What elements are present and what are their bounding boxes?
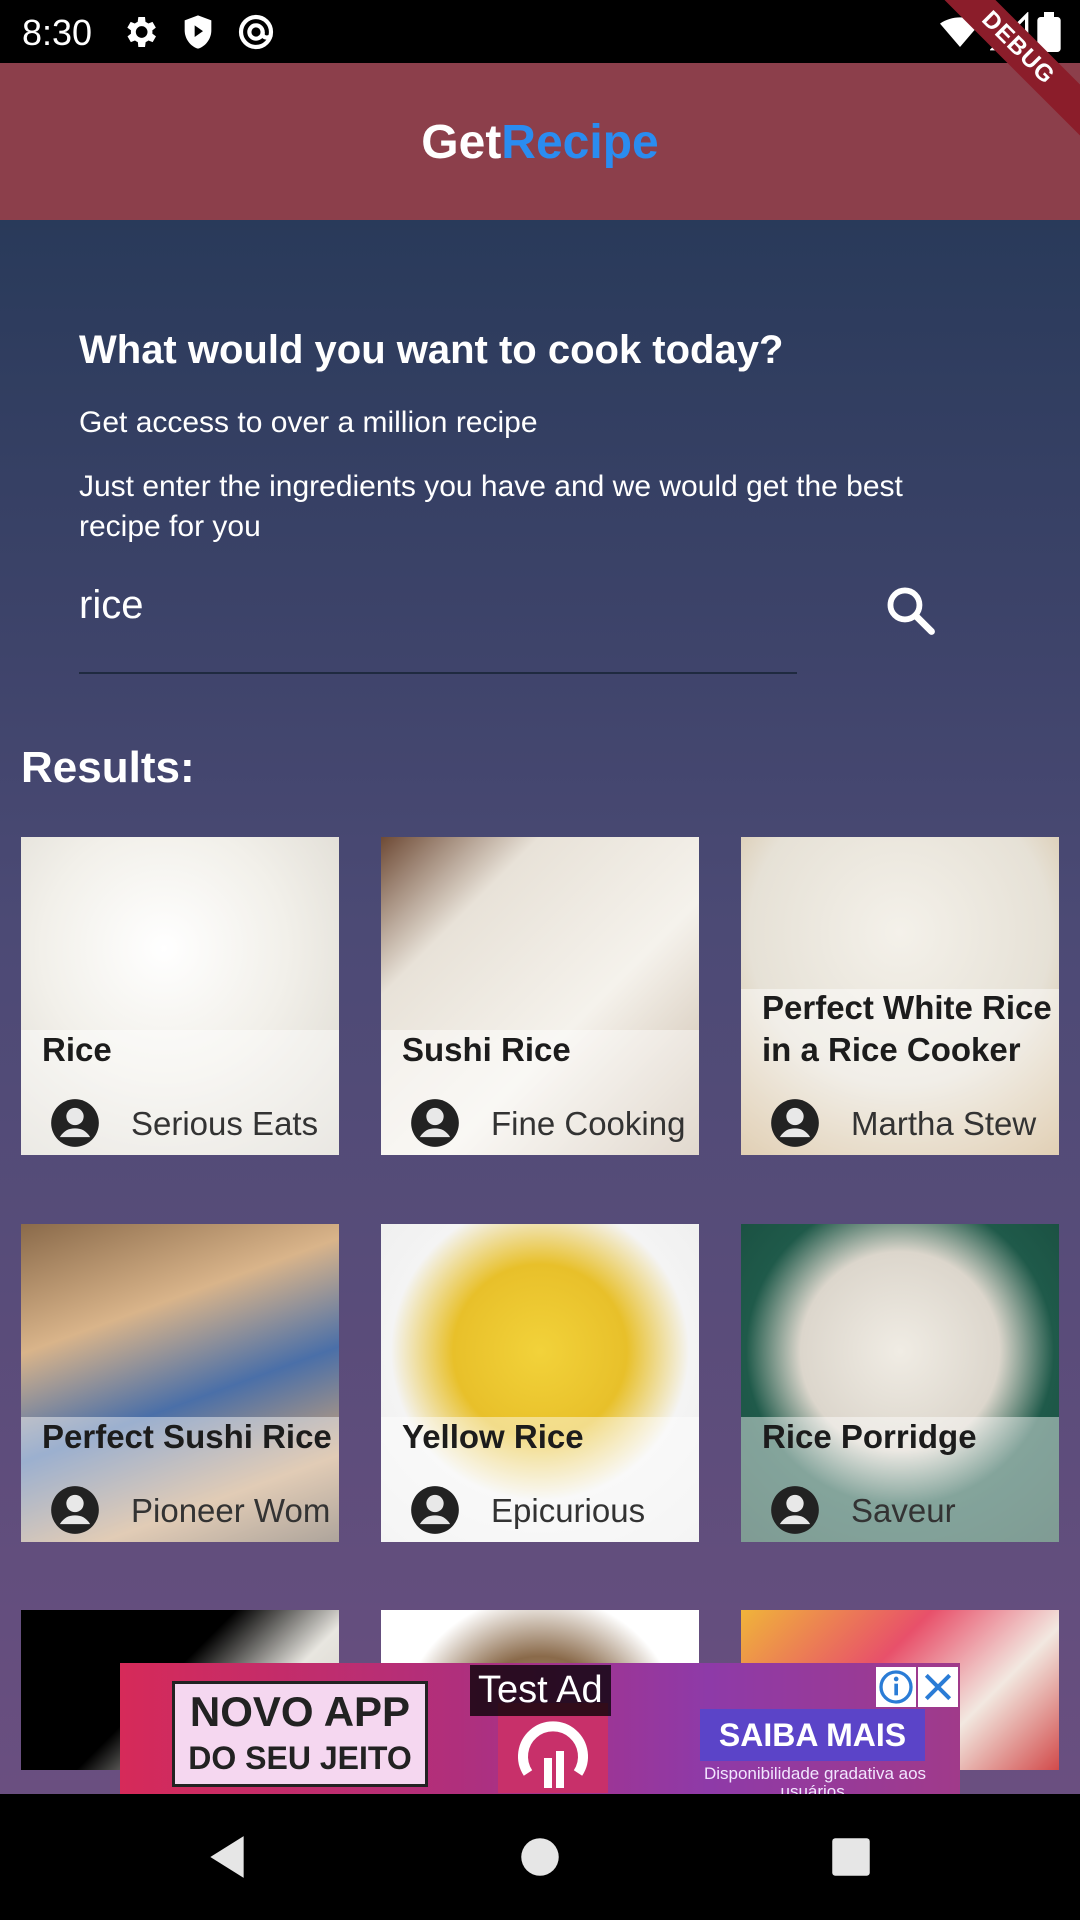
ad-cta-button[interactable]: SAIBA MAIS	[700, 1709, 925, 1761]
recipe-source: Serious Eats	[131, 1105, 319, 1142]
account-circle-icon	[51, 1099, 99, 1147]
ad-disclaimer: Disponibilidade gradativa aos usuários.	[703, 1764, 927, 1795]
recipe-title: Yellow Rice	[402, 1418, 584, 1455]
ad-app-logo-icon	[498, 1703, 608, 1793]
recipe-card[interactable]: Rice Serious Eats	[21, 837, 339, 1155]
recipe-card[interactable]: Yellow Rice Epicurious	[381, 1224, 699, 1542]
account-circle-icon	[771, 1486, 819, 1534]
recipe-title: Rice Porridge	[762, 1418, 977, 1455]
recipe-card[interactable]: Sushi Rice Fine Cooking	[381, 837, 699, 1155]
recipe-source: Pioneer Wom	[131, 1492, 331, 1529]
recipe-card[interactable]: Perfect Sushi Rice Pioneer Wom	[21, 1224, 339, 1542]
at-sign-icon	[238, 14, 274, 50]
ad-banner[interactable]: NOVO APP DO SEU JEITO Test Ad SAIBA MAIS…	[120, 1663, 960, 1794]
status-time: 8:30	[22, 12, 93, 53]
shield-icon	[184, 15, 212, 49]
main-content[interactable]: What would you want to cook today? Get a…	[0, 220, 1080, 1794]
ad-close-icon[interactable]	[918, 1667, 958, 1707]
back-icon[interactable]	[202, 1832, 252, 1882]
app-title-recipe: Recipe	[501, 116, 659, 169]
search-input[interactable]	[79, 580, 719, 630]
account-circle-icon	[51, 1486, 99, 1534]
recipe-title: Perfect White Rice in a Rice Cooker	[762, 989, 1052, 1068]
account-circle-icon	[411, 1486, 459, 1534]
results-label: Results:	[21, 743, 195, 792]
recipe-source: Epicurious	[491, 1492, 646, 1529]
subtext-instructions: Just enter the ingredients you have and …	[79, 470, 903, 543]
recipe-card[interactable]: Rice Porridge Saveur	[741, 1224, 1059, 1542]
app-bar: GetRecipe	[0, 63, 1080, 220]
navigation-bar	[0, 1794, 1080, 1920]
status-bar: 8:30 DEBUG	[0, 0, 1080, 146]
recipe-card[interactable]: Perfect White Rice in a Rice Cooker Mart…	[741, 837, 1059, 1155]
recipe-source: Martha Stew	[851, 1105, 1037, 1142]
ad-promo-box: NOVO APP DO SEU JEITO	[172, 1681, 428, 1787]
subtext-access: Get access to over a million recipe	[79, 406, 538, 439]
ad-box-line2: DO SEU JEITO	[188, 1740, 412, 1776]
app-title: GetRecipe	[0, 115, 1080, 170]
recipe-title: Rice	[42, 1031, 112, 1068]
ad-box-line1: NOVO APP	[189, 1688, 411, 1735]
recipe-source: Saveur	[851, 1492, 956, 1529]
home-icon[interactable]	[515, 1832, 565, 1882]
search-icon[interactable]	[882, 582, 940, 640]
page-headline: What would you want to cook today?	[79, 328, 784, 372]
recipe-source: Fine Cooking	[491, 1105, 686, 1142]
app-title-get: Get	[421, 116, 502, 169]
recents-icon[interactable]	[826, 1832, 876, 1882]
settings-icon	[127, 17, 156, 47]
recipe-title: Sushi Rice	[402, 1031, 571, 1068]
recipe-title: Perfect Sushi Rice	[42, 1418, 332, 1455]
ad-test-label: Test Ad	[470, 1665, 611, 1716]
ad-info-icon[interactable]	[876, 1667, 916, 1707]
account-circle-icon	[411, 1099, 459, 1147]
account-circle-icon	[771, 1099, 819, 1147]
search-underline	[79, 672, 797, 674]
